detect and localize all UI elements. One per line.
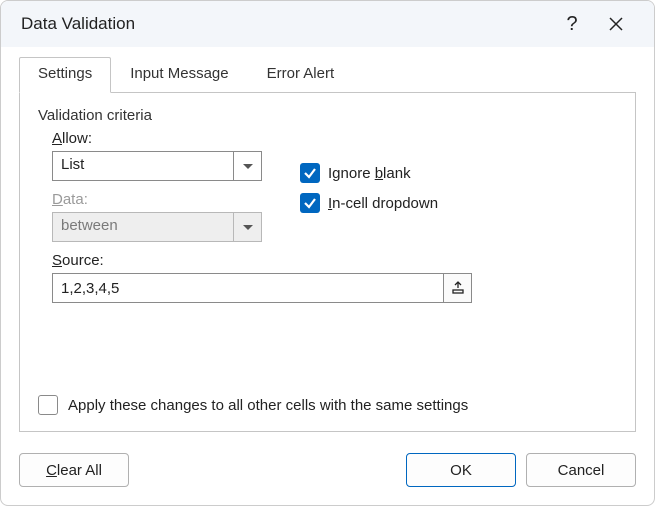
data-combobox: between bbox=[52, 212, 262, 242]
data-value: between bbox=[53, 213, 233, 241]
clear-all-button[interactable]: Clear All bbox=[19, 453, 129, 487]
allow-value: List bbox=[53, 152, 233, 180]
allow-combobox[interactable]: List bbox=[52, 151, 262, 181]
tab-error-alert[interactable]: Error Alert bbox=[248, 57, 354, 93]
allow-dropdown-button[interactable] bbox=[233, 152, 261, 180]
cancel-button[interactable]: Cancel bbox=[526, 453, 636, 487]
checkbox-checked-icon bbox=[300, 163, 320, 183]
ignore-blank-label: Ignore blank bbox=[328, 165, 411, 182]
source-label: Source: bbox=[52, 252, 617, 269]
incell-dropdown-label: In-cell dropdown bbox=[328, 195, 438, 212]
source-input[interactable] bbox=[53, 274, 443, 302]
tab-panel-settings: Validation criteria Allow: List bbox=[19, 92, 636, 432]
apply-all-checkbox[interactable]: Apply these changes to all other cells w… bbox=[38, 395, 468, 415]
close-icon bbox=[609, 17, 623, 31]
close-button[interactable] bbox=[594, 2, 638, 46]
tab-settings[interactable]: Settings bbox=[19, 57, 111, 93]
form-area: Allow: List Data: bbox=[38, 116, 617, 303]
tab-input-message[interactable]: Input Message bbox=[111, 57, 247, 93]
source-input-wrap bbox=[52, 273, 472, 303]
checkbox-unchecked-icon bbox=[38, 395, 58, 415]
incell-dropdown-checkbox[interactable]: In-cell dropdown bbox=[300, 188, 438, 218]
data-label: Data: bbox=[52, 191, 282, 208]
allow-label: Allow: bbox=[52, 130, 282, 147]
data-validation-dialog: Data Validation ? Settings Input Message… bbox=[0, 0, 655, 506]
groupbox-title: Validation criteria bbox=[38, 107, 617, 124]
apply-all-label: Apply these changes to all other cells w… bbox=[68, 397, 468, 414]
titlebar: Data Validation ? bbox=[1, 1, 654, 47]
range-picker-icon bbox=[451, 281, 465, 295]
dialog-title: Data Validation bbox=[21, 14, 550, 34]
chevron-down-icon bbox=[243, 164, 253, 169]
checkbox-checked-icon bbox=[300, 193, 320, 213]
tabstrip: Settings Input Message Error Alert bbox=[19, 57, 636, 93]
help-button[interactable]: ? bbox=[550, 2, 594, 46]
dialog-content: Settings Input Message Error Alert Valid… bbox=[1, 47, 654, 445]
chevron-down-icon bbox=[243, 225, 253, 230]
data-dropdown-button bbox=[233, 213, 261, 241]
dialog-footer: Clear All OK Cancel bbox=[1, 445, 654, 505]
ok-button[interactable]: OK bbox=[406, 453, 516, 487]
ignore-blank-checkbox[interactable]: Ignore blank bbox=[300, 158, 438, 188]
range-picker-button[interactable] bbox=[443, 274, 471, 302]
